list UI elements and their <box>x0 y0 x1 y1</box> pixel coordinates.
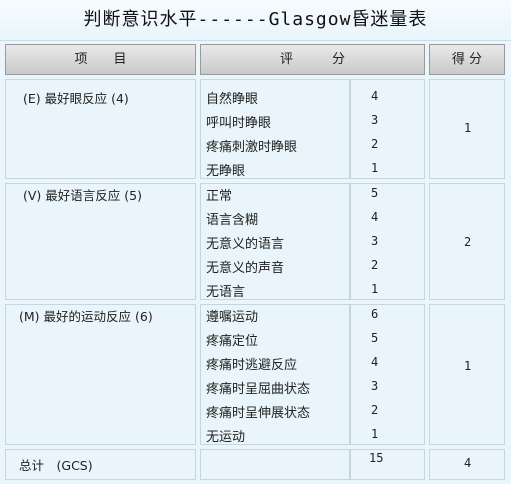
motor-row-1-text: 遵嘱运动 <box>206 310 259 325</box>
total-score: 4 <box>464 456 472 470</box>
motor-row-5-text: 疼痛时呈伸展状态 <box>206 406 311 421</box>
section-motor-points-cell <box>429 304 505 445</box>
verbal-row-4-text: 无意义的声音 <box>206 261 285 276</box>
eye-row-3-value: 2 <box>371 137 379 151</box>
eye-row-2-value: 3 <box>371 113 379 127</box>
motor-row-6-text: 无运动 <box>206 430 246 445</box>
eye-row-3-text: 疼痛刺激时睁眼 <box>206 140 298 155</box>
motor-row-2-text: 疼痛定位 <box>206 334 259 349</box>
eye-row-4-value: 1 <box>371 161 379 175</box>
section-motor-label: (M) 最好的运动反应 (6) <box>19 309 153 324</box>
motor-row-4-text: 疼痛时呈屈曲状态 <box>206 382 311 397</box>
eye-row-1-value: 4 <box>371 89 379 103</box>
section-motor-text-cell <box>200 304 350 445</box>
verbal-row-5-text: 无语言 <box>206 285 246 300</box>
section-verbal-score: 2 <box>464 235 472 249</box>
glasgow-scale-page: 判断意识水平------Glasgow昏迷量表 项 目 评 分 得 分 (E) … <box>0 0 511 484</box>
eye-row-2-text: 呼叫时睁眼 <box>206 116 272 131</box>
eye-row-1-text: 自然睁眼 <box>206 92 259 107</box>
section-eye-score: 1 <box>464 121 472 135</box>
verbal-row-1-text: 正常 <box>206 189 233 204</box>
motor-row-6-value: 1 <box>371 427 379 441</box>
section-verbal-value-cell <box>350 183 425 300</box>
section-verbal-label: (V) 最好语言反应 (5) <box>23 188 142 203</box>
glasgow-table: 项 目 评 分 得 分 (E) 最好眼反应 (4) 自然睁眼 呼叫时睁眼 疼痛刺… <box>5 44 505 480</box>
motor-row-5-value: 2 <box>371 403 379 417</box>
total-value-cell <box>350 449 425 480</box>
verbal-row-4-value: 2 <box>371 258 379 272</box>
verbal-row-5-value: 1 <box>371 282 379 296</box>
verbal-row-1-value: 5 <box>371 186 379 200</box>
total-label: 总计 (GCS) <box>19 458 93 473</box>
motor-row-3-text: 疼痛时逃避反应 <box>206 358 298 373</box>
total-value: 15 <box>369 451 384 465</box>
total-text-cell <box>200 449 350 480</box>
section-eye-value-cell <box>350 79 425 179</box>
verbal-row-3-text: 无意义的语言 <box>206 237 285 252</box>
header-score: 评 分 <box>200 44 425 75</box>
section-eye-label: (E) 最好眼反应 (4) <box>23 91 129 106</box>
motor-row-4-value: 3 <box>371 379 379 393</box>
eye-row-4-text: 无睁眼 <box>206 164 246 179</box>
motor-row-2-value: 5 <box>371 331 379 345</box>
section-motor-score: 1 <box>464 359 472 373</box>
motor-row-1-value: 6 <box>371 307 379 321</box>
motor-row-3-value: 4 <box>371 355 379 369</box>
page-title: 判断意识水平------Glasgow昏迷量表 <box>0 0 511 41</box>
section-motor-item-cell <box>5 304 196 445</box>
section-motor-value-cell <box>350 304 425 445</box>
header-item: 项 目 <box>5 44 196 75</box>
header-points: 得 分 <box>429 44 505 75</box>
verbal-row-3-value: 3 <box>371 234 379 248</box>
verbal-row-2-value: 4 <box>371 210 379 224</box>
verbal-row-2-text: 语言含糊 <box>206 213 259 228</box>
